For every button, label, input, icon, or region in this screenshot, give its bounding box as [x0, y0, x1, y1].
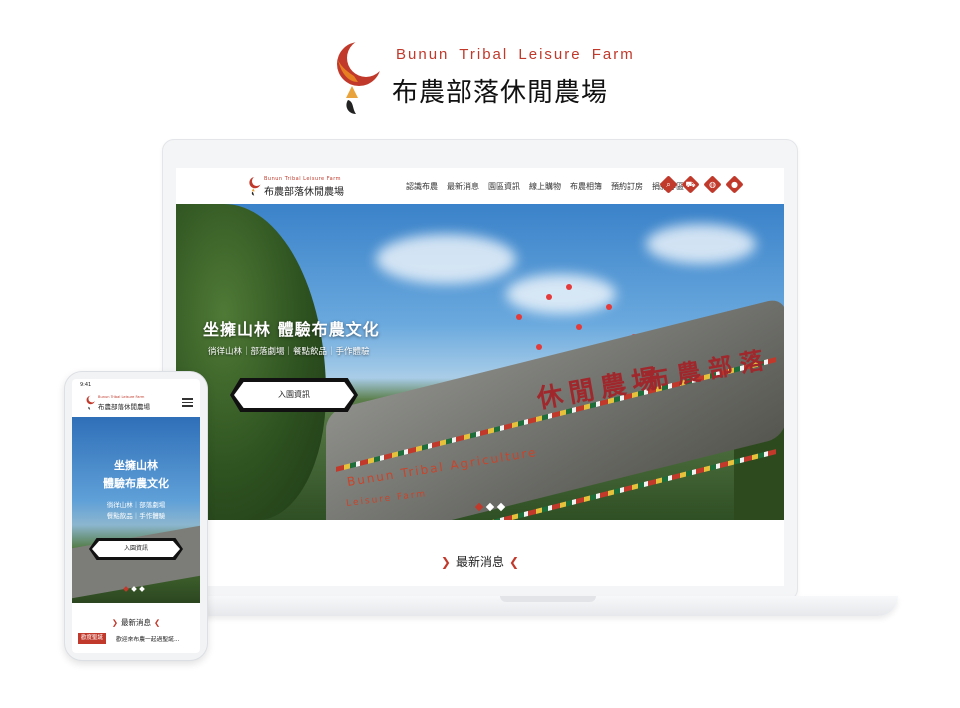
site-logo-icon[interactable] [246, 176, 262, 196]
chevron-left-icon: ❮ [509, 555, 520, 569]
brand-header: Bunun Tribal Leisure Farm 布農部落休閒農場 [326, 38, 646, 116]
news-section-heading: ❯ 最新消息 ❮ [176, 553, 784, 570]
hero-carousel-dots [474, 502, 506, 512]
laptop-notch [500, 596, 596, 602]
site-brand-zh[interactable]: 布農部落休閒農場 [264, 183, 344, 198]
mobile-enter-info-button[interactable]: 入園資訊 [92, 541, 180, 557]
mobile-hero-sub-2: 餐點飲品｜手作體驗 [106, 512, 166, 520]
laptop-screen: Bunun Tribal Leisure Farm 布農部落休閒農場 認識布農 … [176, 168, 784, 586]
news-heading-text: 最新消息 [455, 555, 504, 569]
hero-cloud [376, 234, 516, 284]
carousel-dot[interactable] [131, 586, 137, 592]
mobile-news-heading: ❯ 最新消息 ❮ [72, 617, 200, 628]
carousel-dot[interactable] [123, 586, 129, 592]
carousel-dot[interactable] [496, 502, 506, 512]
nav-item-album[interactable]: 布農相簿 [570, 181, 602, 192]
brand-name-en: Bunun Tribal Leisure Farm [396, 46, 635, 63]
main-nav: 認識布農 最新消息 園區資訊 線上購物 布農相簿 預約訂房 捐款專區 [406, 181, 684, 192]
brand-logo-icon [337, 39, 384, 114]
chevron-right-icon: ❯ [440, 555, 451, 569]
nav-item-shop[interactable]: 線上購物 [529, 181, 561, 192]
enter-info-button[interactable]: 入園資訊 [234, 382, 354, 408]
news-item-title[interactable]: 歡迎來布農一起過聖誕... [116, 634, 180, 643]
search-icon[interactable]: ⌕ [660, 176, 677, 193]
hero-headline: 坐擁山林 體驗布農文化 [203, 320, 380, 339]
mobile-carousel-dots [123, 586, 145, 592]
mobile-logo-icon[interactable] [84, 395, 96, 410]
nav-item-news[interactable]: 最新消息 [447, 181, 479, 192]
cart-icon[interactable]: ⛟ [682, 176, 699, 193]
mobile-hero-sub-1: 徜徉山林｜部落劇場 [106, 501, 166, 509]
chevron-right-icon: ❯ [111, 618, 118, 627]
mobile-brand-en: Bunun Tribal Leisure Farm [98, 395, 145, 399]
phone-status-time: 9:41 [80, 382, 92, 388]
globe-icon[interactable]: ◍ [704, 176, 721, 193]
nav-item-booking[interactable]: 預約訂房 [611, 181, 643, 192]
hamburger-menu-icon[interactable] [182, 398, 193, 407]
carousel-dot[interactable] [139, 586, 145, 592]
hero-cloud [646, 224, 756, 264]
user-icon[interactable]: ● [726, 176, 743, 193]
site-header: Bunun Tribal Leisure Farm 布農部落休閒農場 認識布農 … [176, 168, 784, 204]
brand-name-zh: 布農部落休閒農場 [392, 78, 609, 108]
hero-subtitle: 徜徉山林｜部落劇場｜餐點飲品｜手作體驗 [208, 347, 370, 357]
site-brand-en: Bunun Tribal Leisure Farm [264, 176, 342, 182]
carousel-dot[interactable] [474, 502, 484, 512]
nav-icon-group: ⌕ ⛟ ◍ ● [660, 176, 743, 193]
mobile-brand-zh[interactable]: 布農部落休閒農場 [98, 401, 150, 411]
mobile-hero-banner: 坐擁山林 體驗布農文化 徜徉山林｜部落劇場 餐點飲品｜手作體驗 入園資訊 [72, 417, 200, 603]
mobile-news-heading-text: 最新消息 [121, 618, 151, 627]
phone-screen: 9:41 Bunun Tribal Leisure Farm 布農部落休閒農場 … [72, 379, 200, 653]
mobile-hero-title-2: 體驗布農文化 [103, 477, 169, 490]
hero-banner: 布農部落 休閒農場 Bunun Tribal Agriculture Leisu… [176, 204, 784, 520]
mobile-hero-title-1: 坐擁山林 [114, 459, 158, 472]
carousel-dot[interactable] [485, 502, 495, 512]
news-list-item[interactable]: 歡度聖誕 歡迎來布農一起過聖誕... [78, 633, 198, 645]
chevron-left-icon: ❮ [154, 618, 161, 627]
nav-item-about[interactable]: 認識布農 [406, 181, 438, 192]
news-tag-badge: 歡度聖誕 [78, 633, 107, 644]
nav-item-park-info[interactable]: 園區資訊 [488, 181, 520, 192]
